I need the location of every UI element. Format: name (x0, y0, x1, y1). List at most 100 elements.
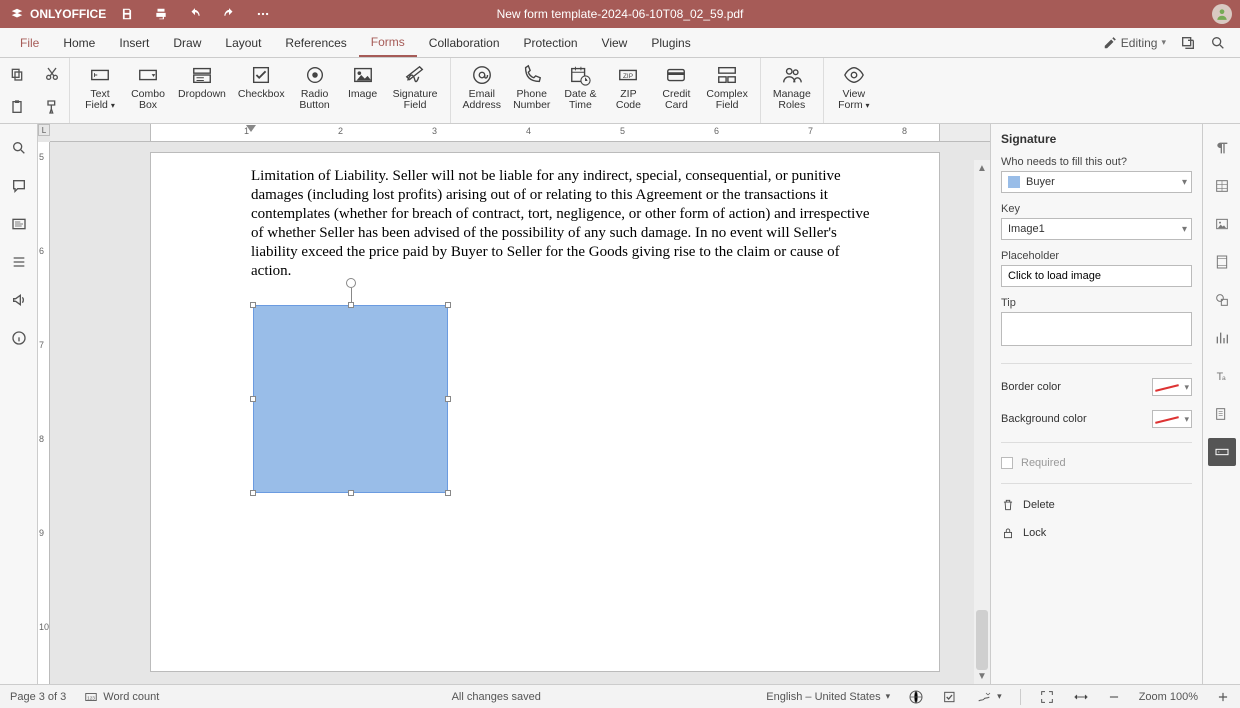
signature-field-shape[interactable] (253, 305, 448, 493)
save-icon[interactable] (114, 1, 140, 27)
page-indicator[interactable]: Page 3 of 3 (10, 691, 66, 703)
doc-mode-icon[interactable]: ▾ (976, 689, 1002, 705)
scroll-thumb[interactable] (976, 610, 988, 670)
view-form-button[interactable]: View Form ▾ (830, 62, 878, 113)
format-painter-icon[interactable] (35, 91, 70, 124)
email-icon (471, 64, 493, 86)
menu-plugins[interactable]: Plugins (639, 28, 702, 57)
lock-button[interactable]: Lock (1001, 526, 1192, 540)
checkbox-box-icon (1001, 457, 1013, 469)
paragraph-settings-icon[interactable] (1208, 134, 1236, 162)
outline-icon[interactable] (9, 252, 29, 272)
form-settings-icon[interactable] (1208, 438, 1236, 466)
ruler-corner[interactable]: L (38, 124, 50, 136)
headings-icon[interactable] (9, 214, 29, 234)
document-canvas[interactable]: Limitation of Liability. Seller will not… (50, 142, 990, 684)
header-footer-icon[interactable] (1208, 248, 1236, 276)
vertical-scrollbar[interactable]: ▲ ▼ (974, 160, 990, 684)
scroll-up-icon[interactable]: ▲ (974, 160, 990, 176)
radio-button-button[interactable]: Radio Button (291, 62, 339, 113)
border-color-picker[interactable]: ▾ (1152, 378, 1192, 396)
menu-home[interactable]: Home (51, 28, 107, 57)
resize-handle[interactable] (250, 302, 256, 308)
resize-handle[interactable] (445, 396, 451, 402)
placeholder-input[interactable] (1001, 265, 1192, 287)
dropdown-button[interactable]: Dropdown (172, 62, 232, 102)
menu-references[interactable]: References (273, 28, 358, 57)
language-selector[interactable]: English – United States ▾ (766, 691, 890, 703)
undo-icon[interactable] (182, 1, 208, 27)
page[interactable]: Limitation of Liability. Seller will not… (150, 152, 940, 672)
fit-page-icon[interactable] (1039, 689, 1055, 705)
spellcheck-icon[interactable] (908, 689, 924, 705)
delete-button[interactable]: Delete (1001, 498, 1192, 512)
menu-layout[interactable]: Layout (213, 28, 273, 57)
shape-settings-icon[interactable] (1208, 286, 1236, 314)
horizontal-ruler[interactable]: 12345678 (50, 124, 990, 142)
table-settings-icon[interactable] (1208, 172, 1236, 200)
image-button[interactable]: Image (339, 62, 387, 102)
zoom-out-button[interactable] (1107, 690, 1121, 704)
user-avatar[interactable] (1212, 4, 1232, 24)
copy-icon[interactable] (0, 58, 35, 91)
chart-settings-icon[interactable] (1208, 324, 1236, 352)
email-address-button[interactable]: Email Address (457, 62, 508, 113)
open-location-icon[interactable] (1180, 35, 1196, 51)
required-checkbox[interactable]: Required (1001, 457, 1192, 469)
resize-handle[interactable] (250, 396, 256, 402)
rotate-handle[interactable] (346, 278, 356, 288)
resize-handle[interactable] (445, 490, 451, 496)
ruler-tick: 9 (39, 528, 44, 538)
about-icon[interactable] (9, 328, 29, 348)
signature-field-button[interactable]: Signature Field (387, 62, 444, 113)
text-art-icon[interactable]: Ta (1208, 362, 1236, 390)
zoom-level[interactable]: Zoom 100% (1139, 691, 1198, 703)
menu-draw[interactable]: Draw (161, 28, 213, 57)
menu-forms[interactable]: Forms (359, 28, 417, 57)
menu-file[interactable]: File (8, 28, 51, 57)
zoom-in-button[interactable] (1216, 690, 1230, 704)
resize-handle[interactable] (445, 302, 451, 308)
resize-handle[interactable] (348, 302, 354, 308)
resize-handle[interactable] (348, 490, 354, 496)
who-value: Buyer (1026, 176, 1055, 188)
complex-field-button[interactable]: Complex Field (700, 62, 753, 113)
checkbox-button[interactable]: Checkbox (232, 62, 291, 102)
word-count[interactable]: 123 Word count (84, 690, 159, 704)
date-time-button[interactable]: Date & Time (556, 62, 604, 113)
paste-icon[interactable] (0, 91, 35, 124)
body-paragraph[interactable]: Limitation of Liability. Seller will not… (251, 167, 871, 281)
menu-insert[interactable]: Insert (107, 28, 161, 57)
more-icon[interactable] (250, 1, 276, 27)
phone-number-button[interactable]: Phone Number (507, 62, 556, 113)
image-label: Image (348, 89, 377, 100)
redo-icon[interactable] (216, 1, 242, 27)
cut-icon[interactable] (35, 58, 70, 91)
zip-code-button[interactable]: ZIPZIP Code (604, 62, 652, 113)
feedback-icon[interactable] (9, 290, 29, 310)
track-changes-icon[interactable] (942, 689, 958, 705)
resize-handle[interactable] (250, 490, 256, 496)
manage-roles-button[interactable]: Manage Roles (767, 62, 817, 113)
vertical-ruler[interactable]: 5678910 (38, 142, 50, 684)
combo-box-button[interactable]: Combo Box (124, 62, 172, 113)
image-settings-icon[interactable] (1208, 210, 1236, 238)
fit-width-icon[interactable] (1073, 689, 1089, 705)
mail-merge-icon[interactable] (1208, 400, 1236, 428)
find-icon[interactable] (9, 138, 29, 158)
scroll-down-icon[interactable]: ▼ (974, 668, 990, 684)
who-dropdown[interactable]: Buyer ▾ (1001, 171, 1192, 193)
text-field-button[interactable]: Text Field ▾ (76, 62, 124, 113)
credit-card-button[interactable]: Credit Card (652, 62, 700, 113)
background-color-picker[interactable]: ▾ (1152, 410, 1192, 428)
menu-view[interactable]: View (590, 28, 640, 57)
editing-mode[interactable]: Editing ▾ (1103, 36, 1166, 50)
ruler-tick: 1 (244, 126, 249, 136)
menu-protection[interactable]: Protection (512, 28, 590, 57)
tip-input[interactable] (1001, 312, 1192, 346)
search-icon[interactable] (1210, 35, 1226, 51)
key-dropdown[interactable]: Image1 ▾ (1001, 218, 1192, 240)
menu-collaboration[interactable]: Collaboration (417, 28, 512, 57)
comments-icon[interactable] (9, 176, 29, 196)
print-icon[interactable] (148, 1, 174, 27)
